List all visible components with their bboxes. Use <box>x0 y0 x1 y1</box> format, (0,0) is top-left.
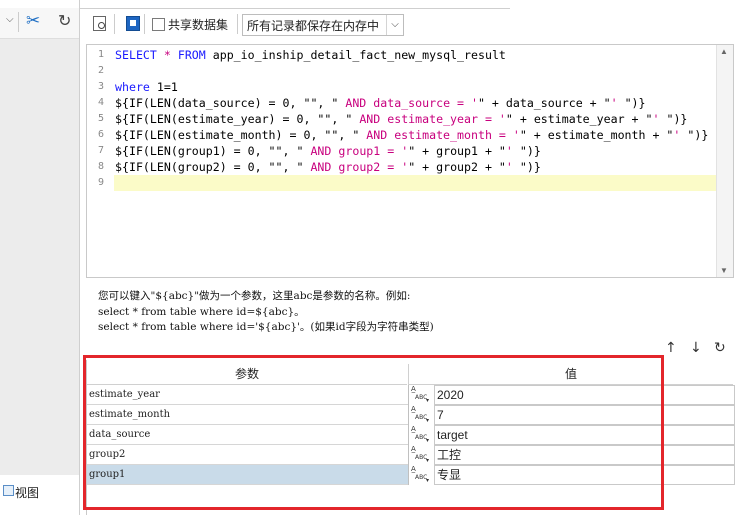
line-number: 7 <box>97 145 104 156</box>
refresh-icon[interactable]: ↻ <box>58 11 71 30</box>
code-line[interactable]: 7 ${IF(LEN(group1) = 0, "", " AND group1 … <box>87 143 716 159</box>
view-tab[interactable]: 视图 <box>15 484 39 501</box>
line-number: 5 <box>97 113 104 124</box>
code-text: ${IF(LEN(group1) = 0, "", " AND group1 =… <box>115 144 541 158</box>
preview-icon[interactable] <box>93 16 106 31</box>
highlight-annotation-box <box>83 355 664 510</box>
code-text: ${IF(LEN(estimate_month) = 0, "", " AND … <box>115 128 709 142</box>
scroll-up-icon[interactable]: ▲ <box>720 47 728 56</box>
line-number: 6 <box>97 129 104 140</box>
code-line[interactable]: 5 ${IF(LEN(estimate_year) = 0, "", " AND … <box>87 111 716 127</box>
line-number: 2 <box>97 65 104 76</box>
chevron-down-icon[interactable]: ⌵ <box>386 15 403 35</box>
dataset-list-panel: ⌵ ✂ ↻ 视图 <box>0 0 80 515</box>
share-dataset-label: 共享数据集 <box>168 18 229 32</box>
code-line[interactable]: 4 ${IF(LEN(data_source) = 0, "", " AND da… <box>87 95 716 111</box>
code-text: ${IF(LEN(estimate_year) = 0, "", " AND e… <box>115 112 688 126</box>
hint-line-2: select * from table where id=${abc}。 <box>98 306 305 318</box>
line-number: 3 <box>97 81 104 92</box>
cache-mode-select[interactable]: 所有记录都保存在内存中 ⌵ <box>242 14 404 36</box>
scroll-down-icon[interactable]: ▼ <box>720 266 728 275</box>
toolbar-divider <box>114 14 115 34</box>
move-down-icon[interactable]: ↓ <box>690 340 702 356</box>
code-line[interactable]: 3 where 1=1 <box>87 79 716 95</box>
code-text: SELECT * FROM app_io_inship_detail_fact_… <box>115 48 506 62</box>
edit-tools-icon[interactable]: ✂ <box>26 11 40 31</box>
share-dataset-checkbox[interactable] <box>152 18 165 31</box>
code-line[interactable]: 2 <box>87 63 716 79</box>
toolbar-divider <box>18 12 19 32</box>
code-text: ${IF(LEN(group2) = 0, "", " AND group2 =… <box>115 160 541 174</box>
refresh-params-icon[interactable]: ↻ <box>714 340 726 356</box>
chevron-down-icon[interactable]: ⌵ <box>6 14 14 25</box>
left-bottom-tabs: 视图 <box>0 476 80 515</box>
database-query-icon[interactable] <box>126 16 140 31</box>
toolbar-divider <box>237 14 238 34</box>
hint-line-1: 您可以键入"${abc}"做为一个参数，这里abc是参数的名称。例如: <box>98 290 411 302</box>
dataset-list-toolbar: ⌵ ✂ ↻ <box>0 8 80 39</box>
code-line[interactable]: 6 ${IF(LEN(estimate_month) = 0, "", " AND… <box>87 127 716 143</box>
code-line[interactable]: 9 <box>87 175 716 191</box>
code-text: ${IF(LEN(data_source) = 0, "", " AND dat… <box>115 96 646 110</box>
code-line[interactable]: 8 ${IF(LEN(group2) = 0, "", " AND group2 … <box>87 159 716 175</box>
move-up-icon[interactable]: ↑ <box>665 340 677 356</box>
line-number: 8 <box>97 161 104 172</box>
line-number: 9 <box>97 177 104 188</box>
code-line[interactable]: 1 SELECT * FROM app_io_inship_detail_fact… <box>87 47 716 63</box>
code-text: where 1=1 <box>115 80 178 94</box>
editor-vertical-scrollbar[interactable]: ▲ ▼ <box>716 45 733 277</box>
panel-divider[interactable] <box>79 0 80 515</box>
line-number: 1 <box>97 49 104 60</box>
sql-editor[interactable]: 1 SELECT * FROM app_io_inship_detail_fact… <box>86 44 734 278</box>
dataset-tree-area[interactable] <box>0 39 80 475</box>
hint-line-3: select * from table where id='${abc}'。(如… <box>98 321 434 333</box>
cache-mode-value: 所有记录都保存在内存中 <box>247 19 380 33</box>
line-number: 4 <box>97 97 104 108</box>
sql-toolbar: 共享数据集 所有记录都保存在内存中 ⌵ <box>86 14 740 36</box>
toolbar-divider <box>144 14 145 34</box>
view-icon <box>3 485 14 496</box>
